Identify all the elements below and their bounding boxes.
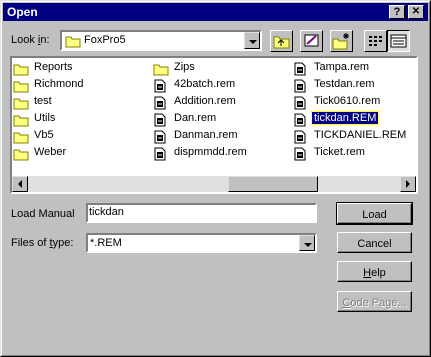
list-item-label: 42batch.rem bbox=[174, 78, 236, 90]
list-item-label: Addition.rem bbox=[174, 95, 236, 107]
scroll-left-button[interactable] bbox=[12, 176, 28, 192]
up-folder-icon bbox=[273, 36, 290, 49]
look-in-label: Look in: bbox=[11, 34, 50, 46]
files-of-type-combo[interactable]: *.REM bbox=[86, 233, 317, 253]
scroll-thumb[interactable] bbox=[228, 176, 318, 192]
title-bar[interactable]: Open ? ✕ bbox=[3, 3, 428, 21]
list-item-label: Weber bbox=[34, 146, 67, 158]
list-item-label: TICKDANIEL.REM bbox=[314, 129, 407, 141]
folder-icon bbox=[153, 62, 169, 79]
list-item-label: Dan.rem bbox=[174, 112, 217, 124]
file-icon bbox=[153, 147, 167, 164]
help-button[interactable]: Help bbox=[337, 261, 412, 282]
look-in-value: FoxPro5 bbox=[84, 34, 126, 46]
load-button[interactable]: Load bbox=[336, 202, 413, 225]
folder-icon bbox=[13, 79, 29, 96]
list-item-label: Richmond bbox=[34, 78, 84, 90]
close-button[interactable]: ✕ bbox=[408, 5, 424, 19]
list-item-label: Tick0610.rem bbox=[314, 95, 381, 107]
file-icon bbox=[153, 130, 167, 147]
window-title: Open bbox=[7, 5, 38, 19]
list-item-label: Zips bbox=[174, 61, 195, 73]
new-folder-button[interactable] bbox=[330, 30, 353, 52]
code-page-button-label: Code Page... bbox=[342, 297, 407, 309]
filename-field[interactable] bbox=[86, 203, 317, 223]
code-page-button[interactable]: Code Page... bbox=[337, 291, 412, 312]
file-icon bbox=[293, 79, 307, 96]
filename-label: Load Manual bbox=[11, 208, 75, 220]
look-in-combo[interactable]: FoxPro5 bbox=[60, 30, 262, 51]
files-of-type-value: *.REM bbox=[90, 237, 122, 249]
list-item-label: Reports bbox=[34, 61, 73, 73]
folder-icon bbox=[13, 96, 29, 113]
file-icon bbox=[293, 130, 307, 147]
horizontal-scrollbar[interactable] bbox=[12, 176, 416, 192]
cancel-button[interactable]: Cancel bbox=[337, 232, 412, 253]
list-item-label: Testdan.rem bbox=[314, 78, 375, 90]
details-view-icon bbox=[390, 34, 407, 48]
scroll-right-button[interactable] bbox=[400, 176, 416, 192]
list-view-icon bbox=[369, 36, 382, 46]
file-icon bbox=[153, 113, 167, 130]
list-item-label: dispmmdd.rem bbox=[174, 146, 247, 158]
file-list[interactable]: Reports Richmond test Utils Vb5 Weber Zips 42b… bbox=[10, 56, 418, 194]
up-folder-button[interactable] bbox=[270, 30, 293, 52]
list-item-label: Vb5 bbox=[34, 129, 54, 141]
open-dialog: Open ? ✕ Look in: FoxPro5 Reports Richmo… bbox=[0, 0, 431, 357]
list-item-label: tickdan.REM bbox=[310, 111, 380, 125]
list-item-label: Utils bbox=[34, 112, 56, 124]
folder-icon bbox=[13, 113, 29, 130]
list-item-label: Tampa.rem bbox=[314, 61, 370, 73]
folder-icon bbox=[13, 62, 29, 79]
load-button-label: Load bbox=[362, 209, 387, 221]
filename-input[interactable] bbox=[89, 206, 309, 218]
files-of-type-dropdown-button[interactable] bbox=[299, 235, 315, 251]
file-icon bbox=[293, 62, 307, 79]
help-button-label: Help bbox=[363, 267, 386, 279]
help-title-button[interactable]: ? bbox=[389, 5, 405, 19]
look-in-dropdown-button[interactable] bbox=[244, 32, 260, 49]
file-icon bbox=[153, 96, 167, 113]
files-of-type-label: Files of type: bbox=[11, 237, 74, 249]
list-item-label: Danman.rem bbox=[174, 129, 238, 141]
arrow-right-icon bbox=[406, 180, 410, 188]
file-icon bbox=[293, 96, 307, 113]
arrow-left-icon bbox=[18, 180, 22, 188]
folder-icon bbox=[65, 36, 81, 48]
file-icon bbox=[153, 79, 167, 96]
desktop-icon bbox=[304, 34, 319, 47]
new-folder-icon bbox=[332, 33, 349, 50]
folder-icon bbox=[13, 147, 29, 164]
file-icon bbox=[293, 147, 307, 164]
list-view-button[interactable] bbox=[364, 30, 387, 52]
file-icon bbox=[293, 113, 307, 130]
list-item-label: Ticket.rem bbox=[314, 146, 365, 158]
desktop-button[interactable] bbox=[300, 30, 323, 52]
cancel-button-label: Cancel bbox=[357, 238, 392, 250]
list-item-label: test bbox=[34, 95, 52, 107]
folder-icon bbox=[13, 130, 29, 147]
details-view-button[interactable] bbox=[387, 30, 410, 52]
